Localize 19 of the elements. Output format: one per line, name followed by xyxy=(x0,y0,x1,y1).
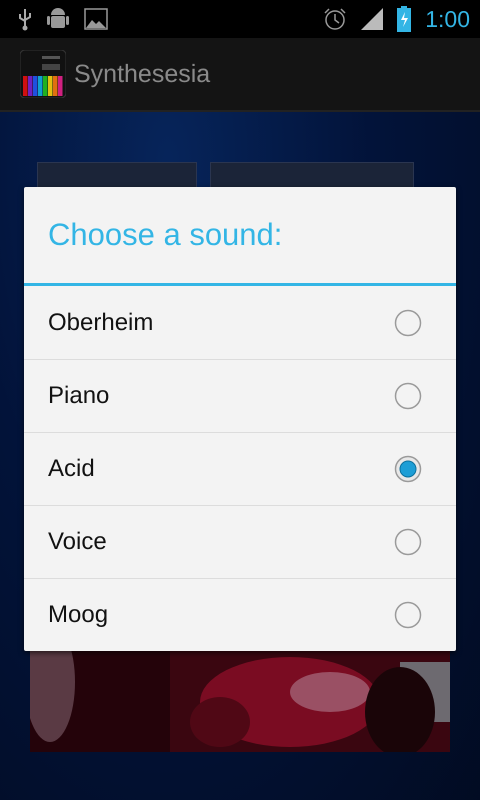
usb-icon xyxy=(18,7,32,31)
radio-button[interactable] xyxy=(394,382,422,410)
sound-option[interactable]: Moog xyxy=(48,601,394,629)
sound-option[interactable]: Voice xyxy=(48,528,394,556)
dialog-title: Choose a sound: xyxy=(24,187,456,286)
radio-button[interactable] xyxy=(394,528,422,556)
radio-button[interactable] xyxy=(394,455,422,483)
clock-time: 1:00 xyxy=(425,6,470,32)
sound-option[interactable]: Piano xyxy=(48,382,394,410)
app-title: Synthesesia xyxy=(74,60,210,88)
keyboard-app-icon xyxy=(20,50,66,98)
signal-icon xyxy=(361,8,384,30)
radio-button[interactable] xyxy=(394,601,422,629)
sound-option[interactable]: Oberheim xyxy=(48,308,394,336)
sound-option[interactable]: Acid xyxy=(48,455,394,483)
battery-icon xyxy=(397,6,412,32)
image-icon xyxy=(84,8,108,30)
radio-button[interactable] xyxy=(394,308,422,336)
alarm-clock-icon xyxy=(323,7,348,31)
